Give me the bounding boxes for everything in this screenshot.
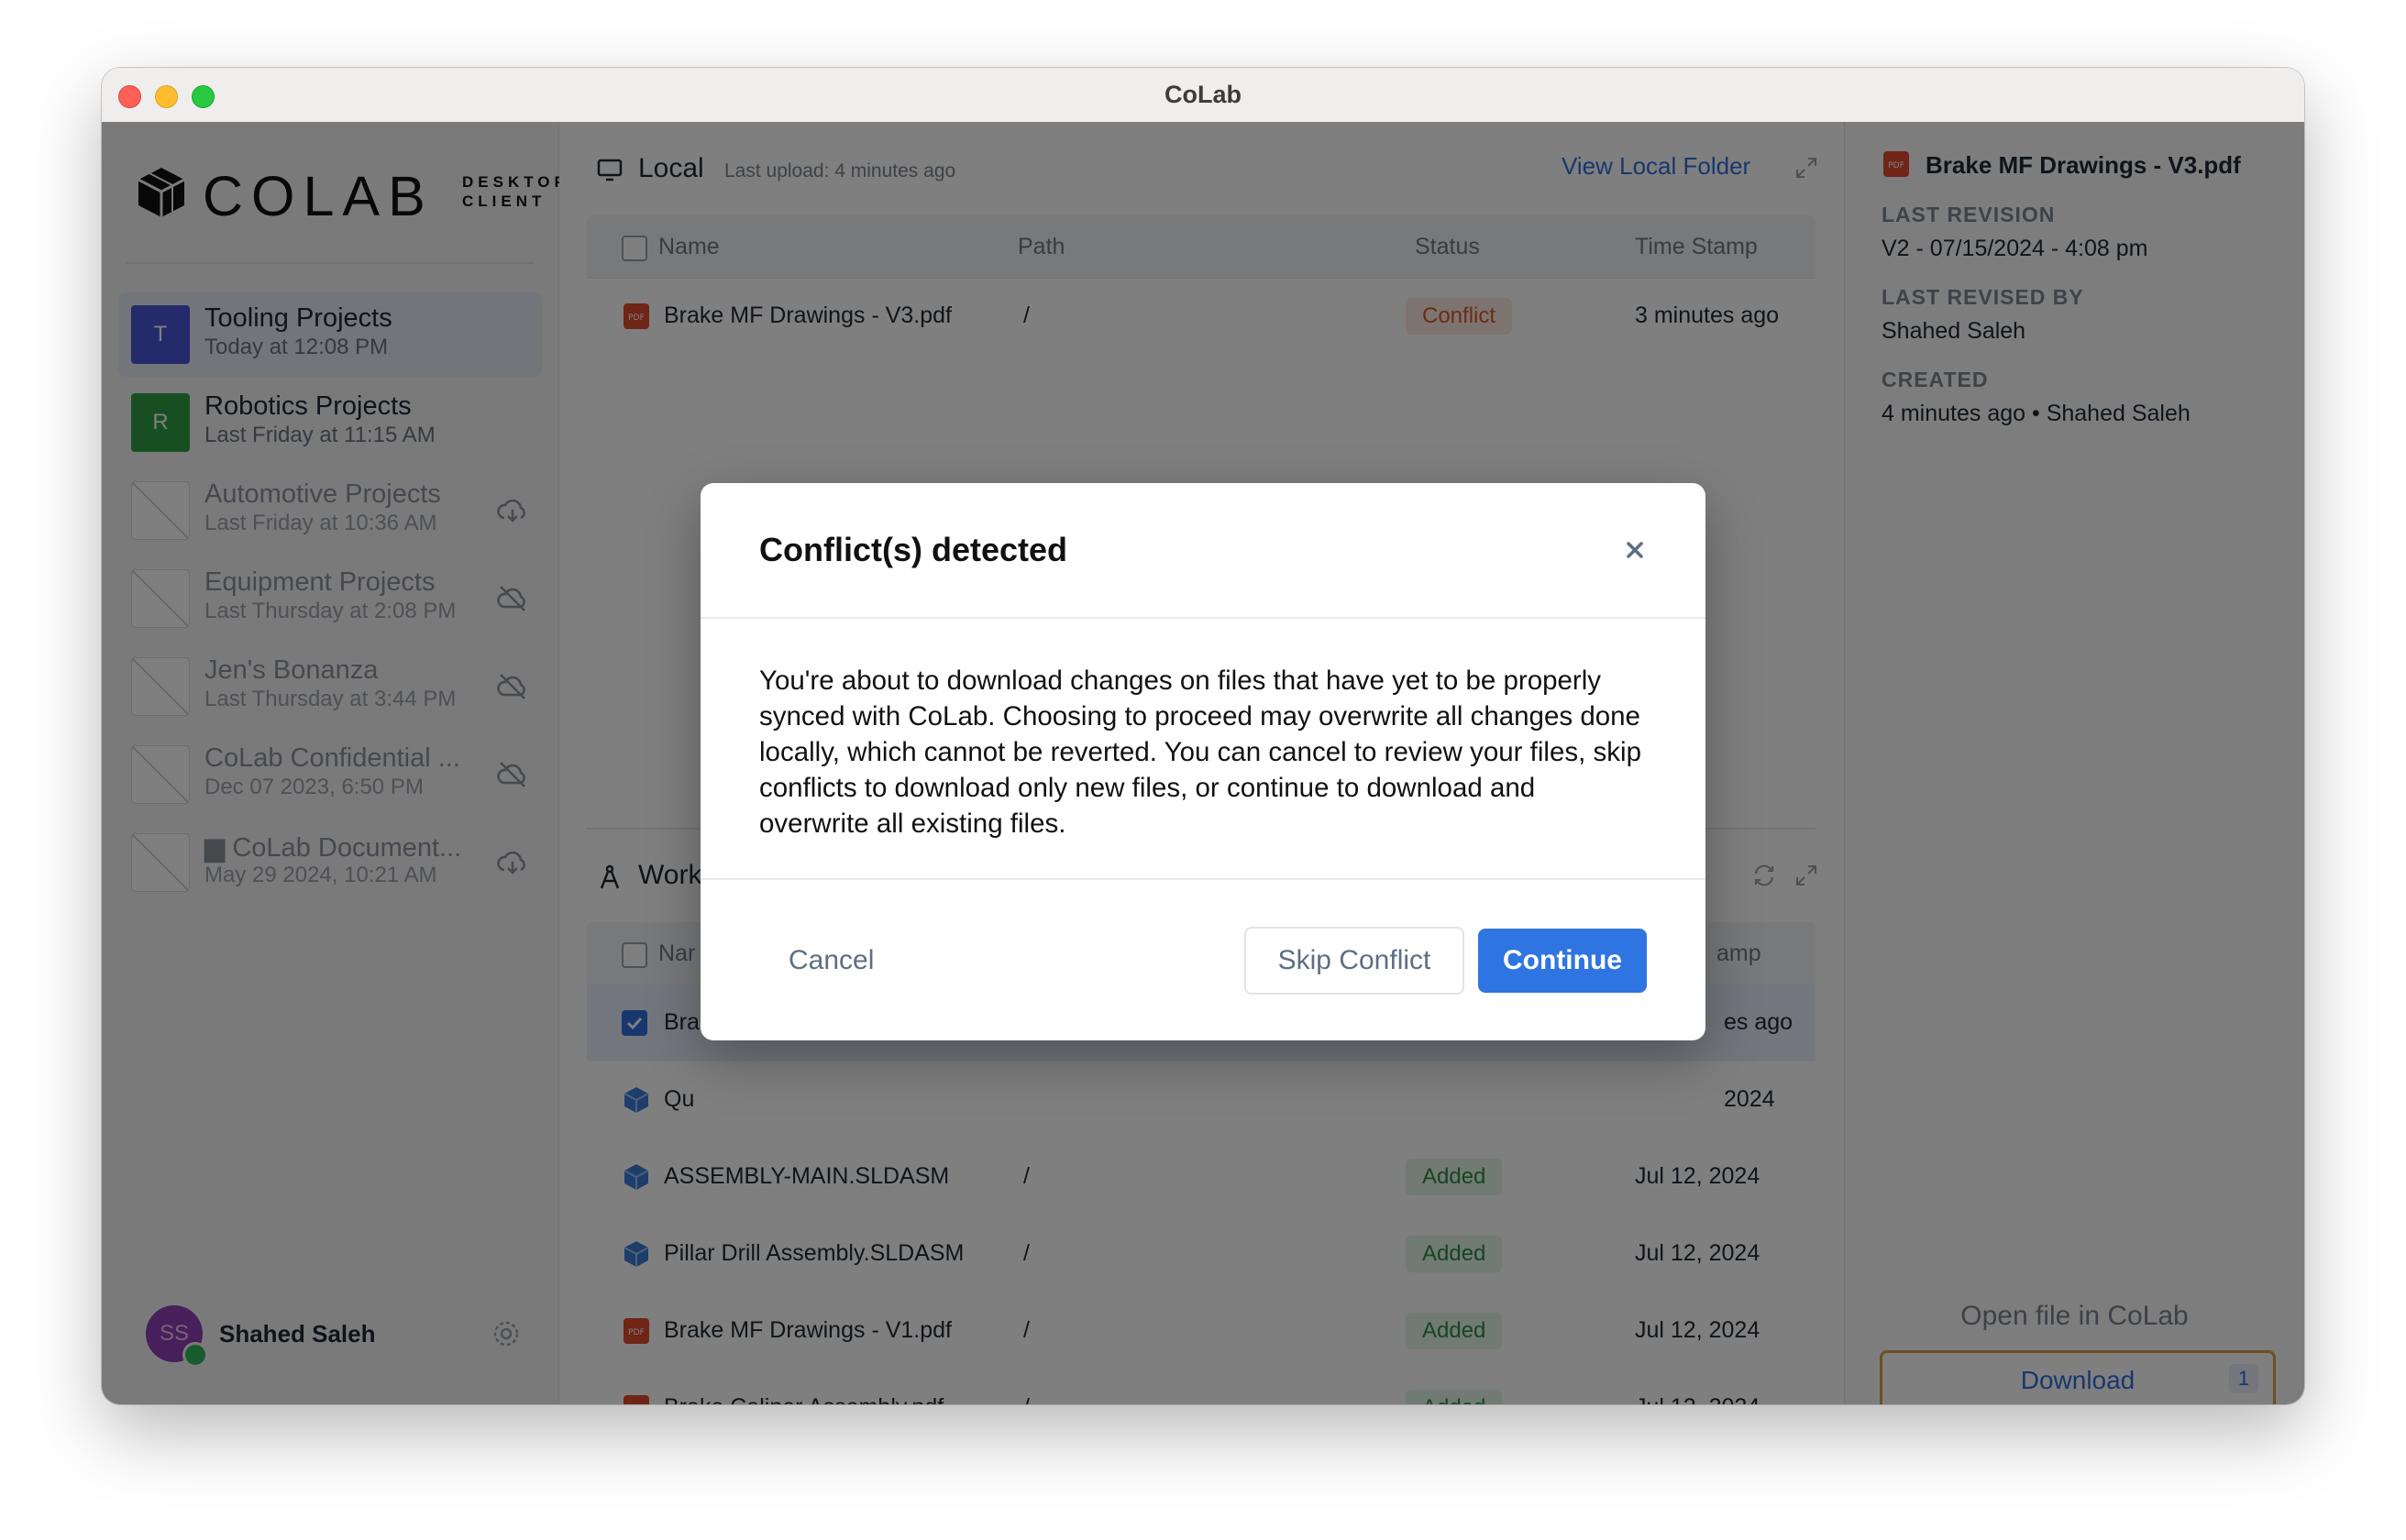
skip-conflict-button[interactable]: Skip Conflict [1244, 927, 1464, 995]
continue-button[interactable]: Continue [1478, 929, 1647, 993]
dialog-divider [701, 878, 1705, 880]
dialog-divider [701, 617, 1705, 619]
window-title: CoLab [1164, 81, 1242, 108]
cancel-button[interactable]: Cancel [789, 945, 874, 976]
dialog-message: You're about to download changes on file… [759, 666, 1641, 839]
app-window: CoLab COLAB DESKTOP CLIENT T Tooling Pro… [102, 68, 2304, 1404]
title-bar: CoLab [102, 68, 2304, 123]
conflict-dialog: Conflict(s) detected You're about to dow… [701, 483, 1705, 1040]
dialog-title: Conflict(s) detected [759, 531, 1068, 568]
close-icon[interactable] [1621, 536, 1649, 564]
